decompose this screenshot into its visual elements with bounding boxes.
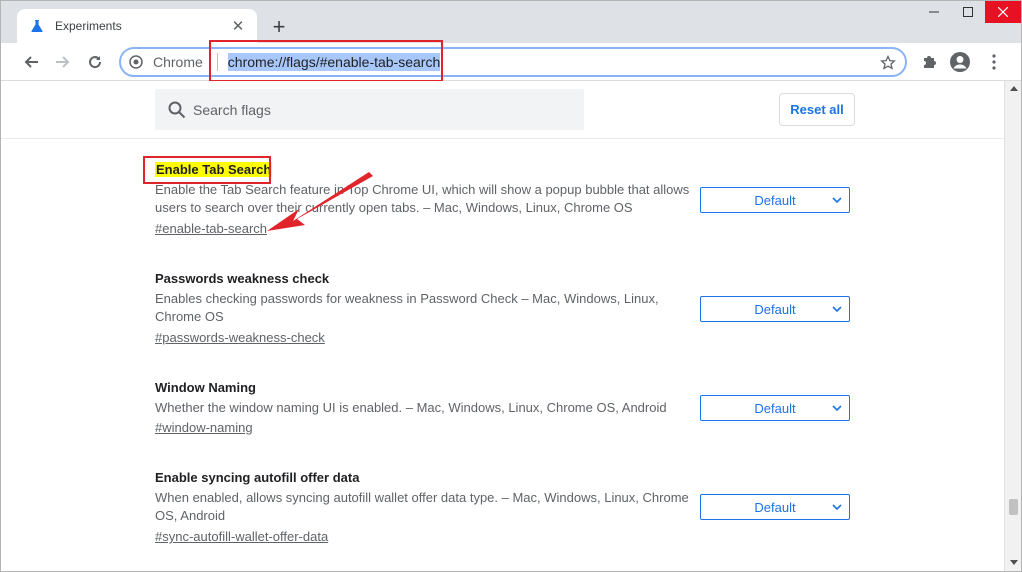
flag-select-value: Default <box>754 301 796 317</box>
close-icon[interactable]: ✕ <box>229 17 247 35</box>
flag-description: Enables checking passwords for weakness … <box>155 291 659 324</box>
window-close-icon[interactable] <box>985 1 1021 23</box>
tab-strip: Experiments ✕ + <box>1 1 1021 43</box>
flask-icon <box>29 18 45 34</box>
scroll-up-icon[interactable] <box>1009 83 1019 93</box>
flag-link[interactable]: #sync-autofill-wallet-offer-data <box>155 528 328 546</box>
scrollbar[interactable] <box>1004 81 1021 571</box>
flag-select-value: Default <box>754 400 796 416</box>
chrome-logo-icon <box>129 55 143 69</box>
profile-icon[interactable] <box>949 51 971 73</box>
search-box[interactable] <box>155 89 584 130</box>
omnibox-site-label: Chrome <box>153 54 203 70</box>
minimize-icon[interactable] <box>917 1 951 23</box>
omnibox-divider <box>216 53 218 71</box>
flag-select[interactable]: Default <box>700 296 850 322</box>
reset-all-button[interactable]: Reset all <box>779 93 855 126</box>
toolbar: Chrome chrome://flags/#enable-tab-search <box>1 43 1021 81</box>
browser-window: Experiments ✕ + Chrome chrome://flags/#e… <box>0 0 1022 572</box>
flag-link[interactable]: #window-naming <box>155 419 253 437</box>
flag-window-naming: Window Naming Whether the window naming … <box>155 379 855 435</box>
omnibox[interactable]: Chrome chrome://flags/#enable-tab-search <box>119 47 907 77</box>
star-icon[interactable] <box>879 54 897 72</box>
flag-sync-autofill-wallet-offer-data: Enable syncing autofill offer data When … <box>155 469 855 544</box>
flag-select[interactable]: Default <box>700 494 850 520</box>
tab-experiments[interactable]: Experiments ✕ <box>17 9 257 43</box>
flag-name: Enable syncing autofill offer data <box>155 470 360 485</box>
flag-passwords-weakness-check: Passwords weakness check Enables checkin… <box>155 270 855 345</box>
flag-description: Whether the window naming UI is enabled.… <box>155 400 667 415</box>
scroll-thumb[interactable] <box>1009 499 1018 515</box>
kebab-menu-icon[interactable] <box>983 51 1005 73</box>
reload-icon[interactable] <box>82 49 108 75</box>
url-text[interactable]: chrome://flags/#enable-tab-search <box>227 53 441 71</box>
tab-title: Experiments <box>55 19 122 33</box>
flag-link[interactable]: #enable-tab-search <box>155 220 267 238</box>
flag-link[interactable]: #passwords-weakness-check <box>155 329 325 347</box>
chevron-down-icon <box>831 193 843 207</box>
flag-enable-tab-search: Enable Tab Search Enable the Tab Search … <box>155 161 855 236</box>
flag-name: Passwords weakness check <box>155 271 330 286</box>
plus-icon[interactable]: + <box>267 14 291 39</box>
flag-select-value: Default <box>754 499 796 515</box>
flag-description: When enabled, allows syncing autofill wa… <box>155 490 689 523</box>
search-header: Reset all <box>1 81 1005 139</box>
flag-select-value: Default <box>754 192 796 208</box>
flag-description: Enable the Tab Search feature in Top Chr… <box>155 182 690 215</box>
puzzle-icon[interactable] <box>918 51 940 73</box>
flag-select[interactable]: Default <box>700 187 850 213</box>
search-icon <box>167 100 187 120</box>
chevron-down-icon <box>831 500 843 514</box>
flags-page: Reset all Enable Tab Search Enable the T… <box>1 81 1005 571</box>
flag-name: Enable Tab Search <box>155 162 273 177</box>
back-arrow-icon[interactable] <box>18 49 44 75</box>
chevron-down-icon <box>831 401 843 415</box>
scroll-down-icon[interactable] <box>1009 557 1019 567</box>
flag-select[interactable]: Default <box>700 395 850 421</box>
chevron-down-icon <box>831 302 843 316</box>
forward-arrow-icon[interactable] <box>50 49 76 75</box>
maximize-icon[interactable] <box>951 1 985 23</box>
search-input[interactable] <box>193 101 573 118</box>
